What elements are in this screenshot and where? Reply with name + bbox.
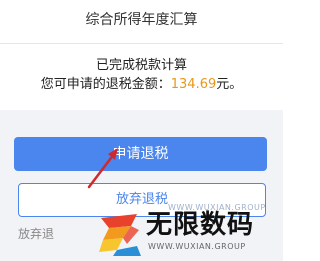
calculation-status: 已完成税款计算 [95,58,187,73]
refund-amount-suffix: 元。 [216,77,243,92]
result-card: 已完成税款计算 您可申请的退税金额：134.69元。 [0,44,283,110]
annotation-arrow-icon [87,148,118,189]
page-title: 综合所得年度汇算 [0,0,283,44]
watermark-url: WWW.WUXIAN.GROUP [148,242,246,251]
give-up-refund-link[interactable]: 放弃退 [18,226,54,242]
refund-amount-value: 134.69 [170,77,217,92]
watermark-logo-icon [99,214,141,256]
watermark-brand-text: 无限数码 [146,210,255,240]
refund-amount-line: 您可申请的退税金额：134.69元。 [0,77,283,93]
tax-refund-screen: 综合所得年度汇算 已完成税款计算 您可申请的退税金额：134.69元。 申请退税… [0,0,283,261]
apply-refund-button[interactable]: 申请退税 [14,137,267,171]
refund-amount-prefix: 您可申请的退税金额： [40,77,171,92]
